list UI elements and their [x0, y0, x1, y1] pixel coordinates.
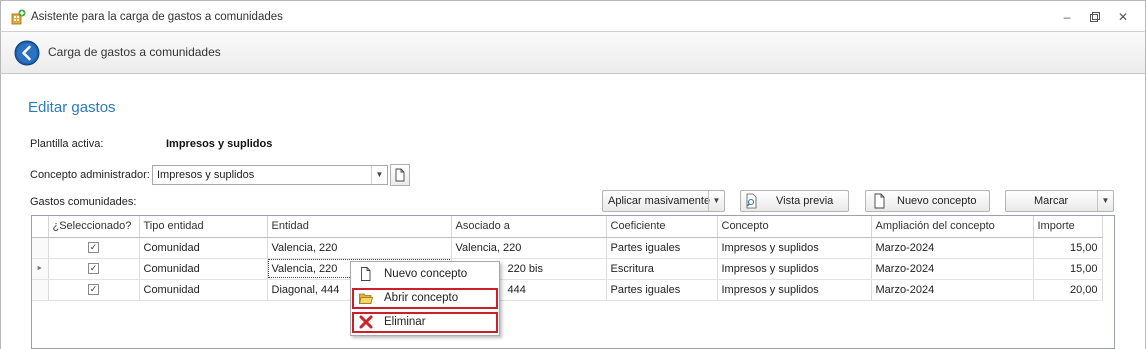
cell-ampliacion[interactable]: Marzo-2024 [871, 279, 1034, 301]
plantilla-value: Impresos y suplidos [166, 138, 273, 150]
cell-concepto[interactable]: Impresos y suplidos [717, 279, 872, 301]
cell-coeficiente[interactable]: Escritura [606, 258, 718, 280]
table-row[interactable]: ► ✓ Comunidad Valencia, 220 220 bis Escr… [32, 258, 1103, 280]
col-header-asociado[interactable]: Asociado a [451, 216, 607, 238]
document-icon [395, 168, 405, 182]
preview-icon [746, 193, 757, 209]
aplicar-masivamente-button[interactable]: Aplicar masivamente ▼ [602, 190, 725, 212]
table-row[interactable]: ✓ Comunidad Diagonal, 444 444 Partes igu… [32, 279, 1103, 301]
chevron-down-icon[interactable]: ▼ [371, 166, 387, 184]
col-header-importe[interactable]: Importe [1033, 216, 1103, 238]
col-header-seleccionado[interactable]: ¿Seleccionado? [48, 216, 140, 238]
marcar-label: Marcar [1034, 195, 1069, 207]
selected-checkbox[interactable]: ✓ [48, 279, 140, 301]
cell-importe[interactable]: 15,00 [1033, 237, 1103, 259]
selected-checkbox[interactable]: ✓ [48, 258, 140, 280]
section-title: Editar gastos [28, 99, 116, 116]
cell-asociado[interactable]: Valencia, 220 [451, 237, 607, 259]
concepto-admin-value: Impresos y suplidos [157, 169, 255, 181]
context-menu: Nuevo concepto Abrir concepto Eliminar [350, 261, 500, 336]
selected-checkbox[interactable]: ✓ [48, 237, 140, 259]
cell-concepto[interactable]: Impresos y suplidos [717, 258, 872, 280]
grid-header-row: ¿Seleccionado? Tipo entidad Entidad Asoc… [32, 216, 1103, 238]
nuevo-concepto-label: Nuevo concepto [897, 195, 977, 207]
col-header-ampliacion[interactable]: Ampliación del concepto [871, 216, 1034, 238]
restore-icon[interactable] [1085, 9, 1105, 25]
delete-x-icon [359, 315, 373, 329]
col-header-entidad[interactable]: Entidad [267, 216, 452, 238]
chevron-down-icon[interactable]: ▼ [708, 191, 724, 211]
main-content: Editar gastos Plantilla activa: Impresos… [0, 74, 1146, 349]
cell-tipo[interactable]: Comunidad [139, 279, 268, 301]
navigation-bar: Carga de gastos a comunidades [0, 32, 1146, 74]
chevron-down-icon[interactable]: ▼ [1097, 191, 1113, 211]
window-titlebar: Asistente para la carga de gastos a comu… [0, 0, 1146, 32]
minimize-icon[interactable]: – [1057, 9, 1077, 25]
table-row[interactable]: ✓ Comunidad Valencia, 220 Valencia, 220 … [32, 237, 1103, 259]
gastos-grid[interactable]: ¿Seleccionado? Tipo entidad Entidad Asoc… [31, 215, 1115, 349]
cell-coeficiente[interactable]: Partes iguales [606, 237, 718, 259]
menu-item-label: Abrir concepto [384, 292, 459, 304]
row-indicator[interactable] [32, 279, 49, 301]
close-icon[interactable]: ✕ [1113, 9, 1133, 25]
menu-item-label: Eliminar [384, 316, 426, 328]
checkmark-icon[interactable]: ✓ [88, 242, 99, 254]
menu-item-eliminar[interactable]: Eliminar [352, 312, 498, 333]
window-title: Asistente para la carga de gastos a comu… [31, 11, 283, 23]
menu-item-nuevo-concepto[interactable]: Nuevo concepto [352, 264, 498, 285]
menu-item-abrir-concepto[interactable]: Abrir concepto [352, 288, 498, 309]
row-indicator[interactable] [32, 237, 49, 259]
app-building-icon [11, 9, 26, 25]
cell-tipo[interactable]: Comunidad [139, 237, 268, 259]
cell-tipo[interactable]: Comunidad [139, 258, 268, 280]
cell-coeficiente[interactable]: Partes iguales [606, 279, 718, 301]
cell-importe[interactable]: 15,00 [1033, 258, 1103, 280]
nuevo-concepto-button[interactable]: Nuevo concepto [865, 190, 990, 212]
concepto-admin-label: Concepto administrador: [30, 169, 150, 181]
col-header-coeficiente[interactable]: Coeficiente [606, 216, 718, 238]
concepto-admin-select[interactable]: Impresos y suplidos ▼ [152, 165, 388, 185]
open-concepto-button[interactable] [390, 164, 410, 186]
menu-item-label: Nuevo concepto [384, 268, 468, 280]
new-document-icon [874, 193, 885, 209]
new-document-icon [361, 267, 371, 281]
cell-concepto[interactable]: Impresos y suplidos [717, 237, 872, 259]
marcar-button[interactable]: Marcar ▼ [1005, 190, 1114, 212]
checkmark-icon[interactable]: ✓ [88, 284, 99, 296]
cell-entidad[interactable]: Valencia, 220 [267, 237, 452, 259]
checkmark-icon[interactable]: ✓ [88, 263, 99, 275]
back-arrow-icon[interactable] [14, 40, 40, 66]
cell-ampliacion[interactable]: Marzo-2024 [871, 237, 1034, 259]
open-folder-icon [359, 293, 373, 304]
vista-previa-button[interactable]: Vista previa [740, 190, 849, 212]
vista-previa-label: Vista previa [776, 195, 834, 207]
cell-ampliacion[interactable]: Marzo-2024 [871, 258, 1034, 280]
col-header-tipo-entidad[interactable]: Tipo entidad [139, 216, 268, 238]
gastos-label: Gastos comunidades: [30, 196, 137, 208]
aplicar-label: Aplicar masivamente [608, 195, 711, 207]
plantilla-label: Plantilla activa: [30, 138, 104, 150]
nav-title: Carga de gastos a comunidades [48, 45, 221, 59]
col-header-concepto[interactable]: Concepto [717, 216, 872, 238]
row-indicator-current[interactable]: ► [32, 258, 49, 280]
grid-corner [32, 216, 49, 238]
cell-importe[interactable]: 20,00 [1033, 279, 1103, 301]
